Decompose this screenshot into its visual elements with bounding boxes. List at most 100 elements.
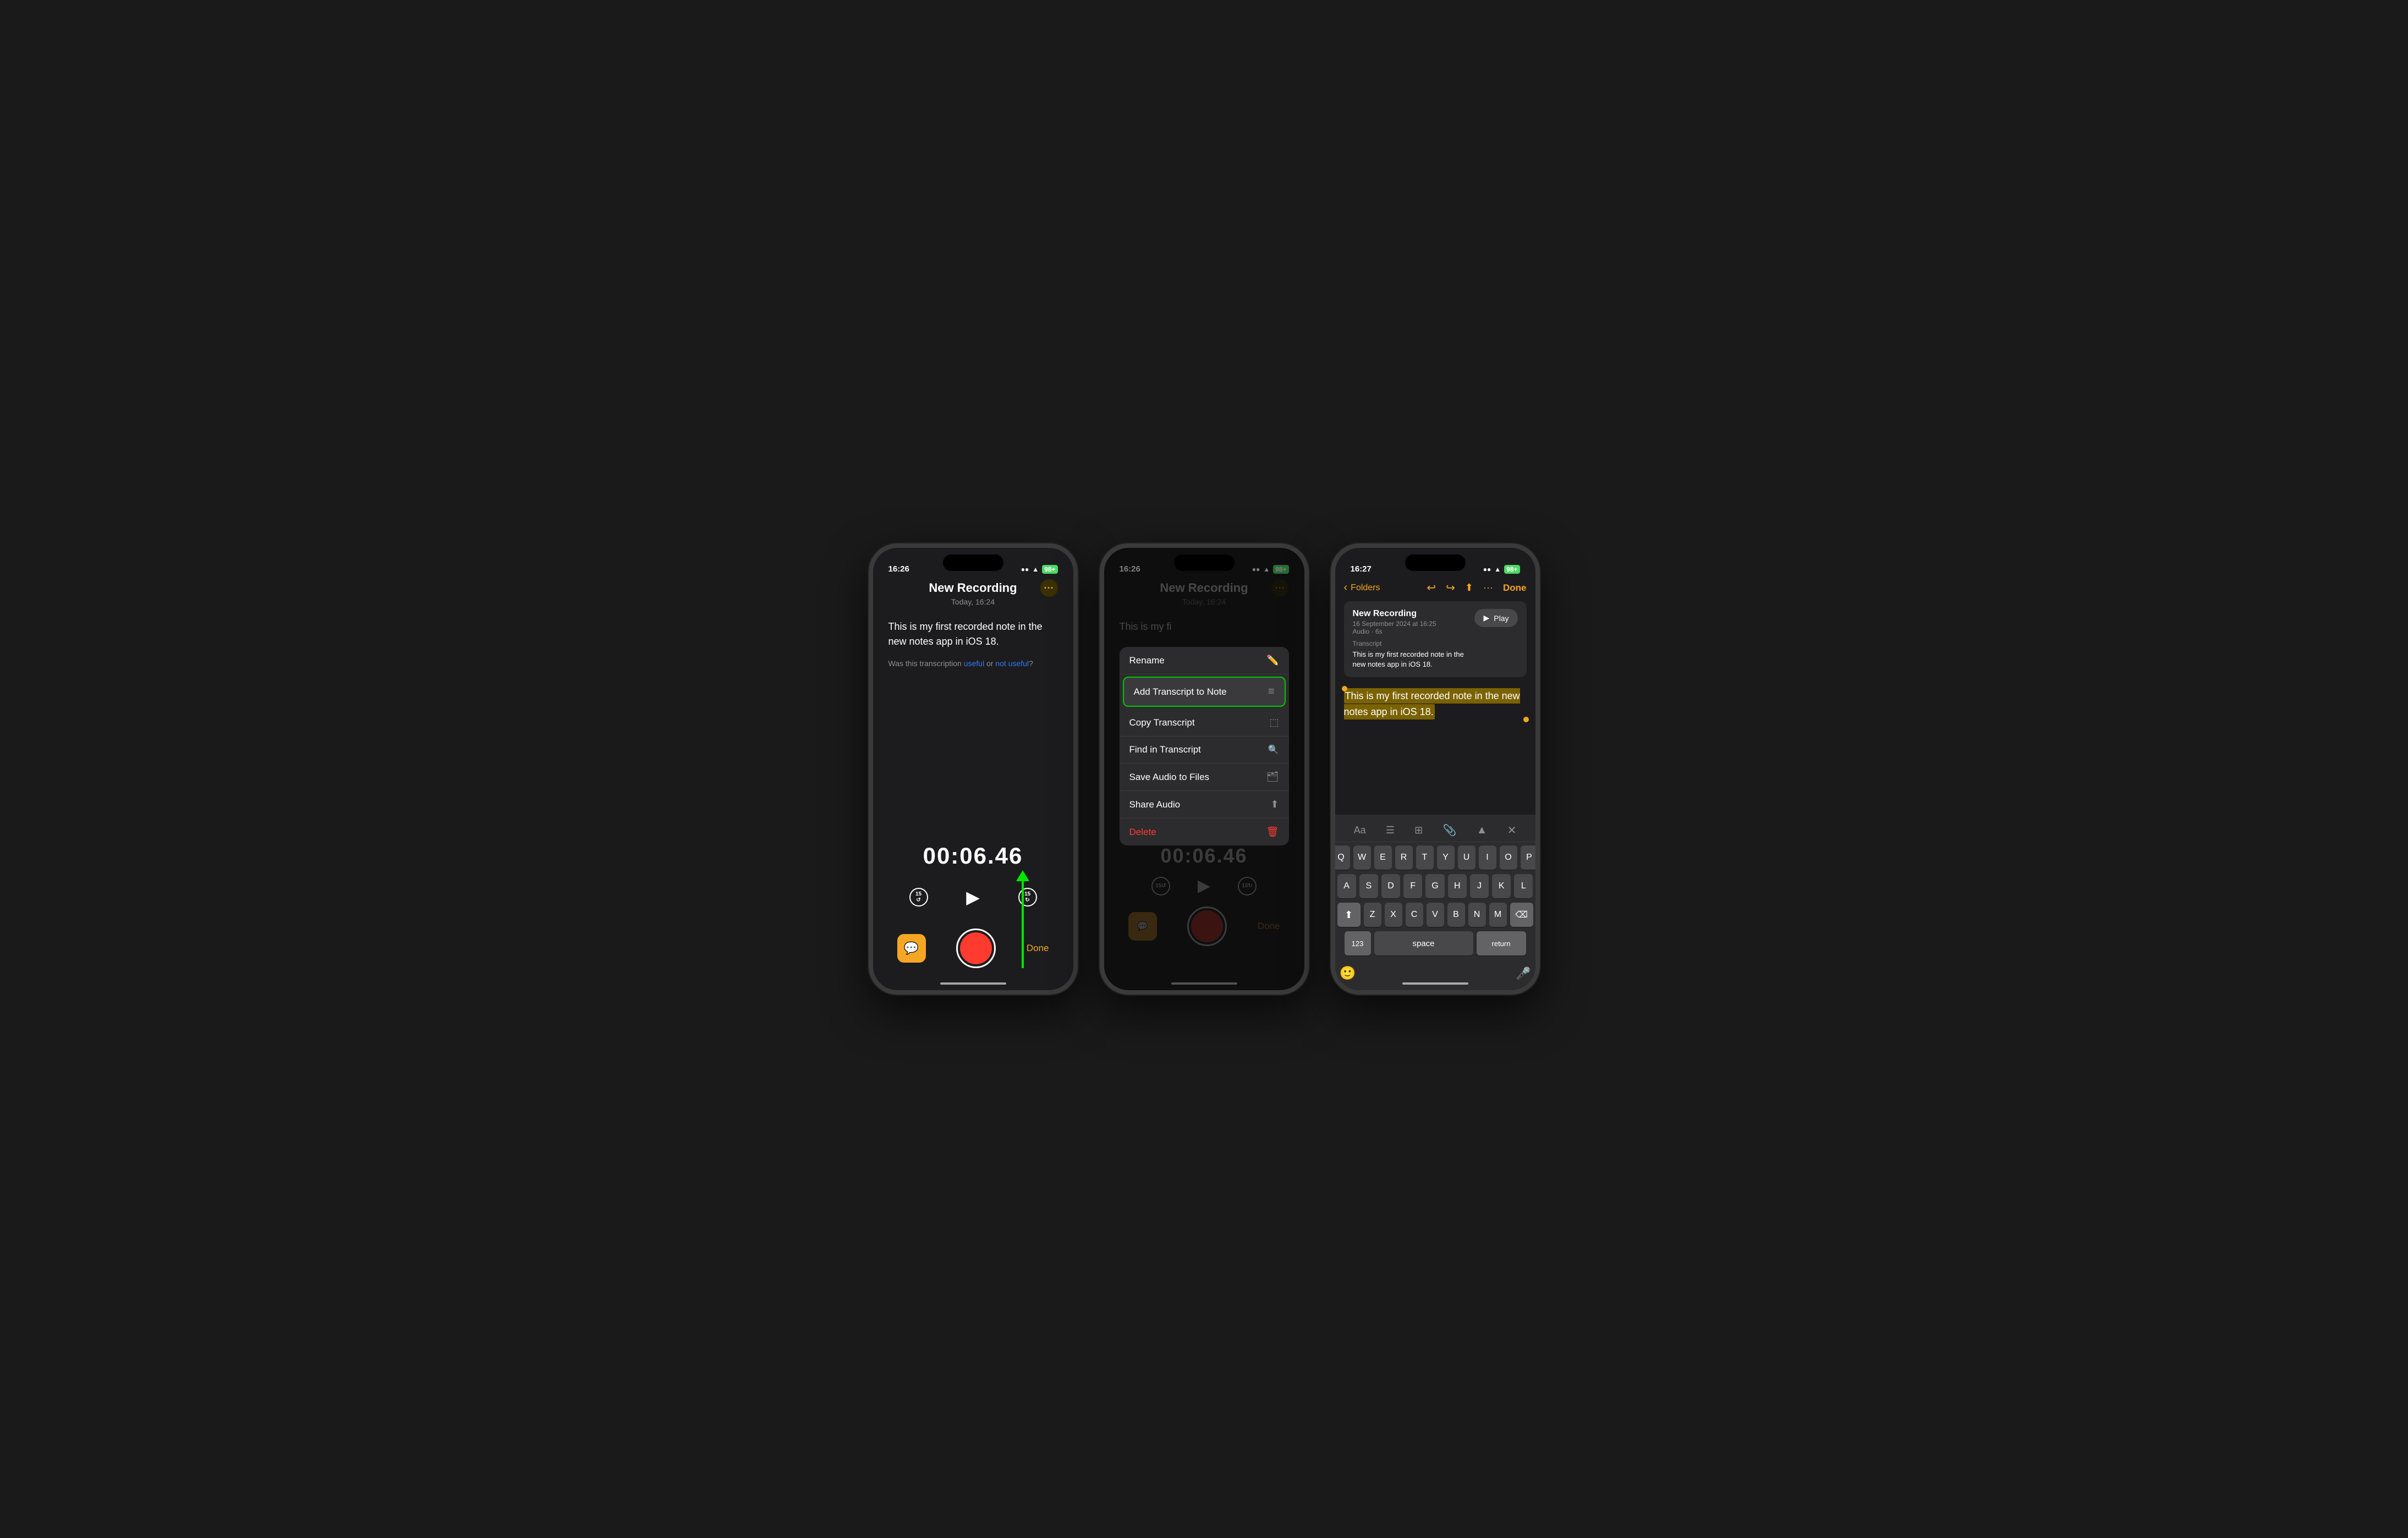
screenshots-container: 16:26 ●● ▲ 98+ New Recording ··· Today, … (869, 543, 1540, 995)
menu-item-rename[interactable]: Rename ✏️ (1120, 647, 1289, 674)
menu-item-copy-transcript[interactable]: Copy Transcript ⬚ (1120, 709, 1289, 737)
copy-transcript-label: Copy Transcript (1129, 717, 1195, 728)
status-icons-3: ●● ▲ 98+ (1483, 565, 1520, 574)
key-J[interactable]: J (1470, 874, 1489, 898)
key-Z[interactable]: Z (1364, 903, 1381, 927)
done-button-3[interactable]: Done (1503, 583, 1527, 594)
keyboard-close-icon[interactable]: ✕ (1507, 823, 1517, 837)
phone-1: 16:26 ●● ▲ 98+ New Recording ··· Today, … (869, 543, 1078, 995)
done-button-1[interactable]: Done (1027, 943, 1049, 954)
record-inner-1 (960, 932, 992, 964)
recording-title-1: New Recording (929, 581, 1017, 595)
keyboard-rows: Q W E R T Y U I O P A (1335, 842, 1535, 963)
keyboard-toolbar: Aa ☰ ⊞ 📎 ▲ ✕ (1335, 819, 1535, 842)
or-label: or (984, 659, 995, 668)
key-H[interactable]: H (1448, 874, 1467, 898)
menu-item-save-audio[interactable]: Save Audio to Files 🗂 (1120, 763, 1289, 791)
key-Q[interactable]: Q (1335, 845, 1350, 870)
key-D[interactable]: D (1381, 874, 1400, 898)
key-G[interactable]: G (1425, 874, 1444, 898)
key-T[interactable]: T (1416, 845, 1434, 870)
arrow-head (1016, 870, 1029, 881)
wifi-icon-3: ▲ (1494, 565, 1501, 573)
shift-key[interactable]: ⬆ (1337, 903, 1361, 927)
key-F[interactable]: F (1403, 874, 1422, 898)
microphone-button[interactable]: 🎤 (1516, 966, 1531, 981)
key-E[interactable]: E (1374, 845, 1392, 870)
status-time-1: 16:26 (888, 564, 909, 574)
share-icon-header[interactable]: ⬆ (1465, 582, 1473, 594)
save-audio-label: Save Audio to Files (1129, 772, 1210, 783)
record-button-1[interactable] (956, 929, 996, 968)
more-icon-header[interactable]: ··· (1483, 582, 1493, 594)
key-W[interactable]: W (1353, 845, 1371, 870)
audio-meta: Audio · 6s (1353, 628, 1383, 635)
key-M[interactable]: M (1489, 903, 1507, 927)
return-key[interactable]: return (1477, 931, 1526, 955)
transcript-text-small: This is my first recorded note in the ne… (1353, 650, 1475, 669)
key-V[interactable]: V (1427, 903, 1444, 927)
send-icon[interactable]: ▲ (1477, 824, 1488, 837)
find-transcript-label: Find in Transcript (1129, 744, 1201, 755)
feedback-label: Was this transcription (888, 659, 964, 668)
space-key[interactable]: space (1374, 931, 1473, 955)
feedback-end: ? (1029, 659, 1033, 668)
play-button-1[interactable]: ▶ (958, 882, 988, 912)
recording-card-info: New Recording 16 September 2024 at 16:25… (1353, 609, 1475, 669)
key-U[interactable]: U (1458, 845, 1475, 870)
key-row-3: ⬆ Z X C V B N M ⌫ (1337, 903, 1533, 927)
bullet-list-icon[interactable]: ☰ (1386, 825, 1395, 836)
selected-text-block: This is my first recorded note in the ne… (1344, 684, 1527, 724)
key-X[interactable]: X (1385, 903, 1402, 927)
notes-content-area[interactable]: This is my first recorded note in the ne… (1335, 684, 1535, 815)
key-K[interactable]: K (1492, 874, 1511, 898)
menu-item-delete[interactable]: Delete 🗑 (1120, 819, 1289, 845)
key-S[interactable]: S (1359, 874, 1378, 898)
emoji-button[interactable]: 🙂 (1340, 965, 1356, 981)
menu-item-add-transcript[interactable]: Add Transcript to Note ≡ (1123, 677, 1286, 707)
play-pill-button[interactable]: ▶ Play (1474, 609, 1517, 627)
table-icon[interactable]: ⊞ (1414, 825, 1423, 836)
attachment-icon[interactable]: 📎 (1442, 823, 1456, 837)
key-L[interactable]: L (1514, 874, 1533, 898)
text-format-icon[interactable]: Aa (1354, 825, 1366, 836)
folders-link[interactable]: Folders (1351, 583, 1380, 593)
key-O[interactable]: O (1500, 845, 1517, 870)
home-indicator-1 (940, 982, 1006, 985)
redo-icon[interactable]: ↪ (1446, 581, 1455, 595)
arrow-line (1022, 880, 1024, 968)
phone-2: 16:26 ●● ▲ 98+ New Recording ··· Today, … (1100, 543, 1309, 995)
key-Y[interactable]: Y (1437, 845, 1455, 870)
chat-icon-1: 💬 (904, 941, 919, 955)
chat-button-1[interactable]: 💬 (897, 934, 926, 963)
rename-label: Rename (1129, 655, 1165, 666)
menu-item-share-audio[interactable]: Share Audio ⬆ (1120, 791, 1289, 819)
undo-icon[interactable]: ↩ (1427, 581, 1436, 595)
dynamic-island-2 (1174, 554, 1235, 571)
transcript-feedback-1: Was this transcription useful or not use… (888, 658, 1058, 669)
delete-key[interactable]: ⌫ (1510, 903, 1533, 927)
dynamic-island-1 (943, 554, 1003, 571)
key-I[interactable]: I (1479, 845, 1496, 870)
phone-3: 16:27 ●● ▲ 98+ ‹ Folders ↩ ↪ (1331, 543, 1540, 995)
status-time-3: 16:27 (1351, 564, 1372, 574)
copy-icon: ⬚ (1269, 717, 1279, 728)
key-R[interactable]: R (1395, 845, 1413, 870)
key-row-4: 123 space return (1337, 931, 1533, 955)
key-C[interactable]: C (1406, 903, 1423, 927)
recording-card-3: New Recording 16 September 2024 at 16:25… (1344, 601, 1527, 677)
key-P[interactable]: P (1521, 845, 1535, 870)
key-A[interactable]: A (1337, 874, 1356, 898)
signal-icon-3: ●● (1483, 565, 1491, 573)
key-B[interactable]: B (1447, 903, 1465, 927)
ellipsis-icon-1: ··· (1044, 583, 1054, 594)
trash-icon: 🗑 (1266, 826, 1279, 838)
skip-back-button-1[interactable]: 15↺ (907, 885, 931, 909)
recording-transcript-1: This is my first recorded note in the ne… (888, 619, 1058, 826)
menu-item-find-transcript[interactable]: Find in Transcript 🔍 (1120, 737, 1289, 763)
numbers-key[interactable]: 123 (1345, 931, 1371, 955)
more-options-button-1[interactable]: ··· (1040, 579, 1058, 597)
not-useful-link[interactable]: not useful (995, 659, 1029, 668)
useful-link[interactable]: useful (964, 659, 984, 668)
key-N[interactable]: N (1468, 903, 1486, 927)
